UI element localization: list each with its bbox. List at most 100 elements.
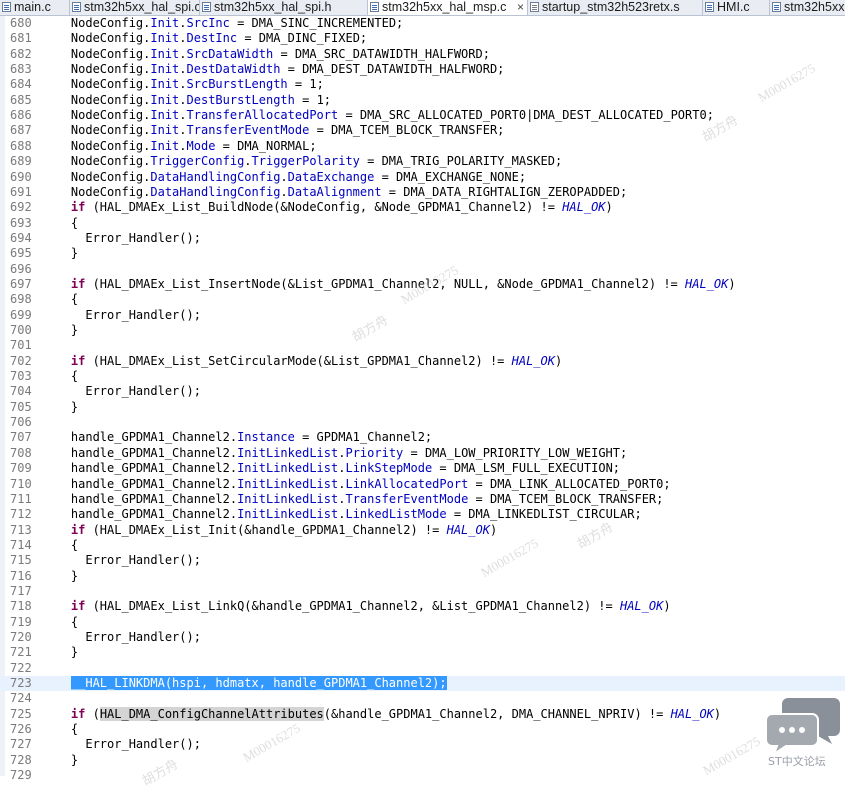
code-text[interactable]: if (HAL_DMAEx_List_LinkQ(&handle_GPDMA1_… <box>42 599 671 614</box>
code-line[interactable]: 701 <box>0 338 845 353</box>
code-line[interactable]: 690 NodeConfig.DataHandlingConfig.DataEx… <box>0 170 845 185</box>
code-line[interactable]: 691 NodeConfig.DataHandlingConfig.DataAl… <box>0 185 845 200</box>
code-text[interactable]: { <box>42 216 78 231</box>
code-line[interactable]: 685 NodeConfig.Init.DestBurstLength = 1; <box>0 93 845 108</box>
code-text[interactable]: NodeConfig.Init.SrcInc = DMA_SINC_INCREM… <box>42 16 403 31</box>
code-line[interactable]: 680 NodeConfig.Init.SrcInc = DMA_SINC_IN… <box>0 16 845 31</box>
code-line[interactable]: 721 } <box>0 645 845 660</box>
tab-startup-stm32h523retx-s[interactable]: startup_stm32h523retx.s <box>528 0 703 15</box>
code-text[interactable]: handle_GPDMA1_Channel2.InitLinkedList.Pr… <box>42 446 627 461</box>
code-text[interactable]: handle_GPDMA1_Channel2.InitLinkedList.Li… <box>42 507 642 522</box>
code-text[interactable]: NodeConfig.Init.DestInc = DMA_DINC_FIXED… <box>42 31 367 46</box>
code-text[interactable]: NodeConfig.TriggerConfig.TriggerPolarity… <box>42 154 562 169</box>
code-line[interactable]: 725 if (HAL_DMA_ConfigChannelAttributes(… <box>0 706 845 722</box>
code-text[interactable]: { <box>42 722 78 737</box>
code-text[interactable]: Error_Handler(); <box>42 737 201 752</box>
line-number: 695 <box>10 246 32 261</box>
code-text[interactable]: handle_GPDMA1_Channel2.InitLinkedList.Li… <box>42 477 671 492</box>
code-text[interactable]: Error_Handler(); <box>42 384 201 399</box>
code-line[interactable]: 681 NodeConfig.Init.DestInc = DMA_DINC_F… <box>0 31 845 46</box>
code-text[interactable]: } <box>42 569 78 584</box>
code-text[interactable]: NodeConfig.Init.TransferEventMode = DMA_… <box>42 123 505 138</box>
code-line[interactable]: 693 { <box>0 216 845 231</box>
code-text[interactable]: NodeConfig.DataHandlingConfig.DataExchan… <box>42 170 526 185</box>
code-line[interactable]: 699 Error_Handler(); <box>0 308 845 323</box>
code-text[interactable]: } <box>42 246 78 261</box>
code-text[interactable]: if (HAL_DMAEx_List_Init(&handle_GPDMA1_C… <box>42 523 497 538</box>
code-text[interactable]: if (HAL_DMAEx_List_SetCircularMode(&List… <box>42 354 562 369</box>
code-line[interactable]: 703 { <box>0 369 845 384</box>
code-line[interactable]: 723 __HAL_LINKDMA(hspi, hdmatx, handle_G… <box>0 676 845 692</box>
code-line[interactable]: 692 if (HAL_DMAEx_List_BuildNode(&NodeCo… <box>0 200 845 215</box>
code-text[interactable]: { <box>42 615 78 630</box>
tab-stm32h5xx-hal-spi-h[interactable]: stm32h5xx_hal_spi.h <box>200 0 368 15</box>
c-source-file-icon <box>705 2 714 12</box>
code-text[interactable]: Error_Handler(); <box>42 553 201 568</box>
code-line[interactable]: 705 } <box>0 400 845 415</box>
code-line[interactable]: 722 <box>0 661 845 676</box>
code-text[interactable]: NodeConfig.Init.DestDataWidth = DMA_DEST… <box>42 62 505 77</box>
tab-main-c[interactable]: main.c <box>0 0 70 15</box>
code-line[interactable]: 711 handle_GPDMA1_Channel2.InitLinkedLis… <box>0 492 845 507</box>
code-text[interactable]: } <box>42 400 78 415</box>
code-text[interactable]: } <box>42 645 78 660</box>
code-text[interactable]: __HAL_LINKDMA(hspi, hdmatx, handle_GPDMA… <box>42 676 447 691</box>
code-line[interactable]: 683 NodeConfig.Init.DestDataWidth = DMA_… <box>0 62 845 77</box>
code-line[interactable]: 726 { <box>0 722 845 737</box>
code-line[interactable]: 727 Error_Handler(); <box>0 737 845 752</box>
line-number: 704 <box>10 384 32 399</box>
code-text[interactable]: if (HAL_DMAEx_List_BuildNode(&NodeConfig… <box>42 200 613 215</box>
code-line[interactable]: 706 <box>0 415 845 430</box>
code-text[interactable]: NodeConfig.Init.DestBurstLength = 1; <box>42 93 331 108</box>
code-text[interactable]: NodeConfig.DataHandlingConfig.DataAlignm… <box>42 185 627 200</box>
code-text[interactable]: NodeConfig.Init.TransferAllocatedPort = … <box>42 108 714 123</box>
code-line[interactable]: 707 handle_GPDMA1_Channel2.Instance = GP… <box>0 430 845 445</box>
code-line[interactable]: 694 Error_Handler(); <box>0 231 845 246</box>
code-line[interactable]: 688 NodeConfig.Init.Mode = DMA_NORMAL; <box>0 139 845 154</box>
code-line[interactable]: 718 if (HAL_DMAEx_List_LinkQ(&handle_GPD… <box>0 599 845 614</box>
code-line[interactable]: 696 <box>0 262 845 277</box>
code-line[interactable]: 717 <box>0 584 845 599</box>
code-line[interactable]: 720 Error_Handler(); <box>0 630 845 645</box>
code-text[interactable]: NodeConfig.Init.Mode = DMA_NORMAL; <box>42 139 317 154</box>
code-line[interactable]: 724 <box>0 691 845 706</box>
code-text[interactable]: if (HAL_DMAEx_List_InsertNode(&List_GPDM… <box>42 277 736 292</box>
code-line[interactable]: 704 Error_Handler(); <box>0 384 845 399</box>
tab-stm32h5xx[interactable]: stm32h5xx <box>770 0 845 15</box>
code-line[interactable]: 708 handle_GPDMA1_Channel2.InitLinkedLis… <box>0 446 845 461</box>
code-text[interactable]: { <box>42 292 78 307</box>
code-line[interactable]: 689 NodeConfig.TriggerConfig.TriggerPola… <box>0 154 845 169</box>
code-line[interactable]: 702 if (HAL_DMAEx_List_SetCircularMode(&… <box>0 354 845 369</box>
code-line[interactable]: 712 handle_GPDMA1_Channel2.InitLinkedLis… <box>0 507 845 522</box>
code-text[interactable]: } <box>42 323 78 338</box>
code-line[interactable]: 715 Error_Handler(); <box>0 553 845 568</box>
code-text[interactable]: } <box>42 753 78 768</box>
code-line[interactable]: 713 if (HAL_DMAEx_List_Init(&handle_GPDM… <box>0 523 845 538</box>
c-header-file-icon <box>202 2 211 12</box>
code-line[interactable]: 682 NodeConfig.Init.SrcDataWidth = DMA_S… <box>0 47 845 62</box>
code-line[interactable]: 700 } <box>0 323 845 338</box>
tab-stm32h5xx-hal-spi-c[interactable]: stm32h5xx_hal_spi.c <box>70 0 200 15</box>
code-text[interactable]: Error_Handler(); <box>42 231 201 246</box>
code-text[interactable]: Error_Handler(); <box>42 630 201 645</box>
code-line[interactable]: 695 } <box>0 246 845 261</box>
code-line[interactable]: 719 { <box>0 615 845 630</box>
tab-stm32h5xx-hal-msp-c[interactable]: stm32h5xx_hal_msp.c × <box>368 0 528 15</box>
code-text[interactable]: NodeConfig.Init.SrcDataWidth = DMA_SRC_D… <box>42 47 490 62</box>
code-text[interactable]: handle_GPDMA1_Channel2.Instance = GPDMA1… <box>42 430 432 445</box>
code-text[interactable]: NodeConfig.Init.SrcBurstLength = 1; <box>42 77 324 92</box>
line-number: 700 <box>10 323 32 337</box>
code-text[interactable]: { <box>42 369 78 384</box>
code-line[interactable]: 716 } <box>0 569 845 584</box>
code-line[interactable]: 710 handle_GPDMA1_Channel2.InitLinkedLis… <box>0 477 845 492</box>
tab-hmi-c[interactable]: HMI.c <box>703 0 770 15</box>
code-text[interactable]: handle_GPDMA1_Channel2.InitLinkedList.Tr… <box>42 492 663 507</box>
code-line[interactable]: 684 NodeConfig.Init.SrcBurstLength = 1; <box>0 77 845 92</box>
code-text[interactable]: { <box>42 538 78 553</box>
code-line[interactable]: 714 { <box>0 538 845 553</box>
code-line[interactable]: 709 handle_GPDMA1_Channel2.InitLinkedLis… <box>0 461 845 476</box>
code-text[interactable]: if (HAL_DMA_ConfigChannelAttributes(&han… <box>42 706 721 722</box>
code-text[interactable]: Error_Handler(); <box>42 308 201 323</box>
close-tab-icon[interactable]: × <box>517 0 524 14</box>
code-text[interactable]: handle_GPDMA1_Channel2.InitLinkedList.Li… <box>42 461 620 476</box>
